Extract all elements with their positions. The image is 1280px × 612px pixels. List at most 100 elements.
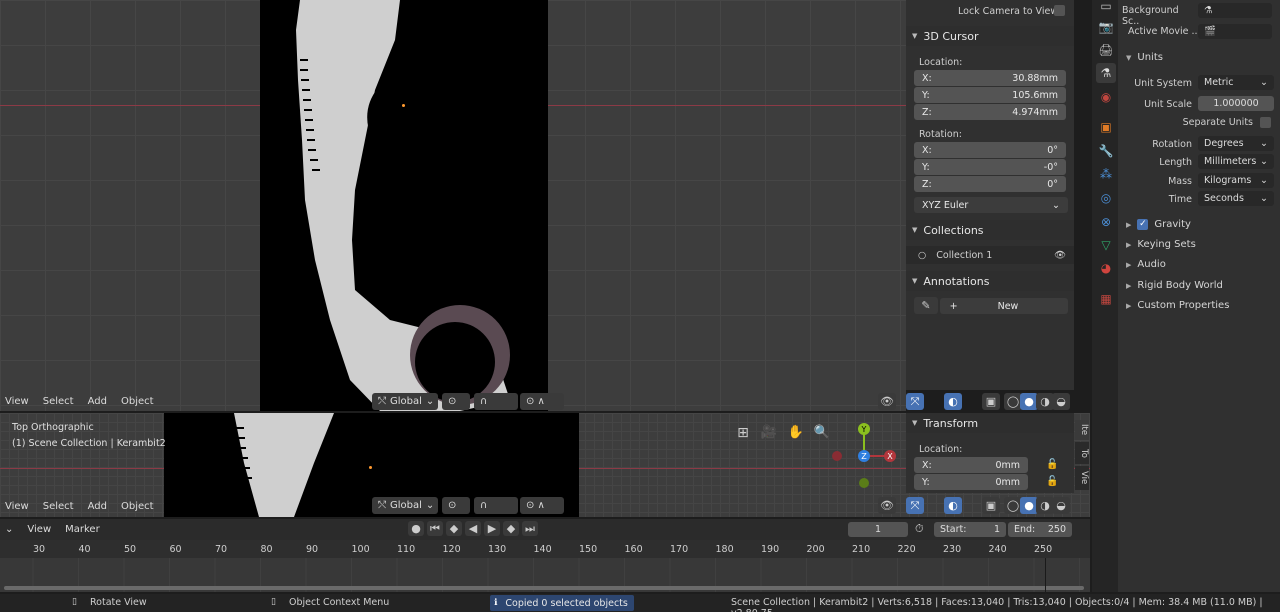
overlays-toggle-bottom[interactable]: ◐ (944, 497, 962, 514)
transform-y-field[interactable]: Y: 0mm (914, 474, 1028, 490)
constraints-tab-icon[interactable]: ⊗ (1096, 212, 1116, 232)
timeline-scrollbar[interactable] (4, 586, 1084, 590)
lock-y-icon[interactable]: 🔓 (1046, 476, 1058, 487)
pivot-dropdown[interactable]: ⊙ (442, 393, 470, 410)
sidebar-tab-view[interactable]: Vie (1075, 466, 1089, 490)
record-icon[interactable]: ● (408, 521, 424, 536)
rot-y-field[interactable]: Y: -0° (914, 159, 1066, 175)
menu-object[interactable]: Object (116, 394, 159, 409)
material-tab-icon[interactable]: ◕ (1096, 258, 1116, 278)
reference-image (260, 0, 548, 411)
panel-transform[interactable]: ▼ Transform (906, 413, 1074, 433)
menu-marker[interactable]: Marker (60, 522, 105, 537)
end-frame-field[interactable]: End: 250 (1008, 522, 1072, 537)
menu-object[interactable]: Object (116, 499, 159, 514)
sidebar-tab-tool[interactable]: To (1075, 442, 1089, 464)
xray-toggle-bottom[interactable]: ▣ (982, 497, 1000, 514)
panel-3d-cursor[interactable]: ▼ 3D Cursor (906, 26, 1074, 46)
menu-add[interactable]: Add (83, 499, 112, 514)
texture-tab-icon[interactable]: ▦ (1096, 289, 1116, 309)
shading-rendered[interactable]: ◒ (1052, 393, 1070, 410)
cursor-x-field[interactable]: X: 30.88mm (914, 70, 1066, 86)
world-tab-icon[interactable]: ◉ (1096, 87, 1116, 107)
render-tab-icon[interactable]: 📷 (1096, 17, 1116, 37)
output-tab-icon[interactable]: 🖨 (1096, 40, 1116, 60)
menu-view[interactable]: View (0, 394, 34, 409)
rot-z-field[interactable]: Z: 0° (914, 176, 1066, 192)
panel-rigid-body-world[interactable]: ▶ Rigid Body World (1126, 280, 1223, 291)
rot-x-field[interactable]: X: 0° (914, 142, 1066, 158)
next-keyframe-icon[interactable]: ◆ (503, 521, 519, 536)
menu-select[interactable]: Select (38, 499, 79, 514)
eye-icon[interactable]: 👁 (1054, 250, 1066, 261)
collapse-triangle-icon: ▶ (1126, 220, 1132, 229)
lock-x-icon[interactable]: 🔓 (1046, 459, 1058, 470)
separate-units-checkbox[interactable] (1260, 117, 1271, 128)
shading-rendered-bottom[interactable]: ◒ (1052, 497, 1070, 514)
new-annotation-button[interactable]: + New (940, 298, 1068, 314)
gravity-checkbox[interactable]: ✓ (1137, 219, 1149, 230)
panel-custom-properties[interactable]: ▶ Custom Properties (1126, 300, 1229, 311)
orientation-dropdown-bottom[interactable]: ⤲ Global ⌄ (372, 497, 438, 514)
panel-gravity[interactable]: ▶ ✓ Gravity (1126, 219, 1191, 230)
unit-system-dropdown[interactable]: Metric ⌄ (1198, 75, 1274, 90)
length-units-dropdown[interactable]: Millimeters ⌄ (1198, 154, 1274, 169)
start-frame-field[interactable]: Start: 1 (934, 522, 1006, 537)
panel-units[interactable]: ▼ Units (1126, 52, 1163, 63)
panel-annotations[interactable]: ▼ Annotations (906, 271, 1074, 291)
xray-toggle[interactable]: ▣ (982, 393, 1000, 410)
cursor-z-field[interactable]: Z: 4.974mm (914, 104, 1066, 120)
navigation-gizmo[interactable]: Y Z X (826, 420, 902, 496)
visibility-dropdown-bottom[interactable]: 👁 (878, 497, 896, 514)
annotation-pencil-icon[interactable]: ✎ (914, 297, 938, 314)
transform-x-field[interactable]: X: 0mm (914, 457, 1028, 473)
play-reverse-icon[interactable]: ◀ (465, 521, 481, 536)
play-icon[interactable]: ▶ (484, 521, 500, 536)
snap-dropdown-bottom[interactable]: ∩ (474, 497, 518, 514)
unit-scale-field[interactable]: 1.000000 (1198, 96, 1274, 111)
proportional-edit[interactable]: ⊙ ∧ (520, 393, 564, 410)
hand-pan-icon[interactable]: ✋ (787, 424, 805, 441)
snap-dropdown[interactable]: ∩ (474, 393, 518, 410)
gizmo-toggle[interactable]: ⤧ (906, 393, 924, 410)
jump-start-icon[interactable]: ⏮ (427, 521, 443, 536)
stopwatch-icon[interactable]: ⏱ (915, 522, 924, 536)
object-tab-icon[interactable]: ▣ (1096, 117, 1116, 137)
panel-keying-sets[interactable]: ▶ Keying Sets (1126, 239, 1196, 250)
background-scene-field[interactable]: ⚗ (1198, 3, 1272, 18)
lock-camera-checkbox[interactable] (1054, 5, 1065, 16)
data-tab-icon[interactable]: ▽ (1096, 235, 1116, 255)
current-frame-field[interactable]: 1 (848, 522, 908, 537)
rotation-units-dropdown[interactable]: Degrees ⌄ (1198, 136, 1274, 151)
menu-timeline-view[interactable]: View (22, 522, 56, 537)
menu-view[interactable]: View (0, 499, 34, 514)
mass-units-dropdown[interactable]: Kilograms ⌄ (1198, 173, 1274, 188)
camera-icon[interactable]: 🎥 (760, 424, 778, 441)
time-units-dropdown[interactable]: Seconds ⌄ (1198, 191, 1274, 206)
menu-select[interactable]: Select (38, 394, 79, 409)
collapse-chevron-icon[interactable]: ⌄ (0, 522, 18, 537)
modifier-tab-icon[interactable]: 🔧 (1096, 141, 1116, 161)
perspective-grid-icon[interactable]: ⊞ (734, 424, 752, 441)
scene-tab-icon[interactable]: ⚗ (1096, 63, 1116, 83)
panel-collections[interactable]: ▼ Collections (906, 220, 1074, 240)
visibility-dropdown[interactable]: 👁 (878, 393, 896, 410)
prev-keyframe-icon[interactable]: ◆ (446, 521, 462, 536)
active-movie-field[interactable]: 🎬 (1198, 24, 1272, 39)
gizmo-toggle-bottom[interactable]: ⤧ (906, 497, 924, 514)
rotation-mode-dropdown[interactable]: XYZ Euler ⌄ (914, 197, 1068, 213)
pivot-dropdown-bottom[interactable]: ⊙ (442, 497, 470, 514)
panel-audio[interactable]: ▶ Audio (1126, 259, 1166, 270)
physics-tab-icon[interactable]: ◎ (1096, 188, 1116, 208)
overlays-toggle[interactable]: ◐ (944, 393, 962, 410)
jump-end-icon[interactable]: ⏭ (522, 521, 538, 536)
proportional-edit-bottom[interactable]: ⊙ ∧ (520, 497, 564, 514)
collection-item[interactable]: ○ Collection 1 👁 (906, 246, 1074, 264)
menu-add[interactable]: Add (83, 394, 112, 409)
particles-tab-icon[interactable]: ⁂ (1096, 164, 1116, 184)
tool-tab-icon[interactable]: ▭ (1096, 0, 1116, 16)
sidebar-tab-item[interactable]: Ite (1075, 420, 1089, 440)
cursor-y-field[interactable]: Y: 105.6mm (914, 87, 1066, 103)
proportional-icon: ⊙ ∧ (526, 396, 545, 407)
orientation-dropdown[interactable]: ⤲ Global ⌄ (372, 393, 438, 410)
